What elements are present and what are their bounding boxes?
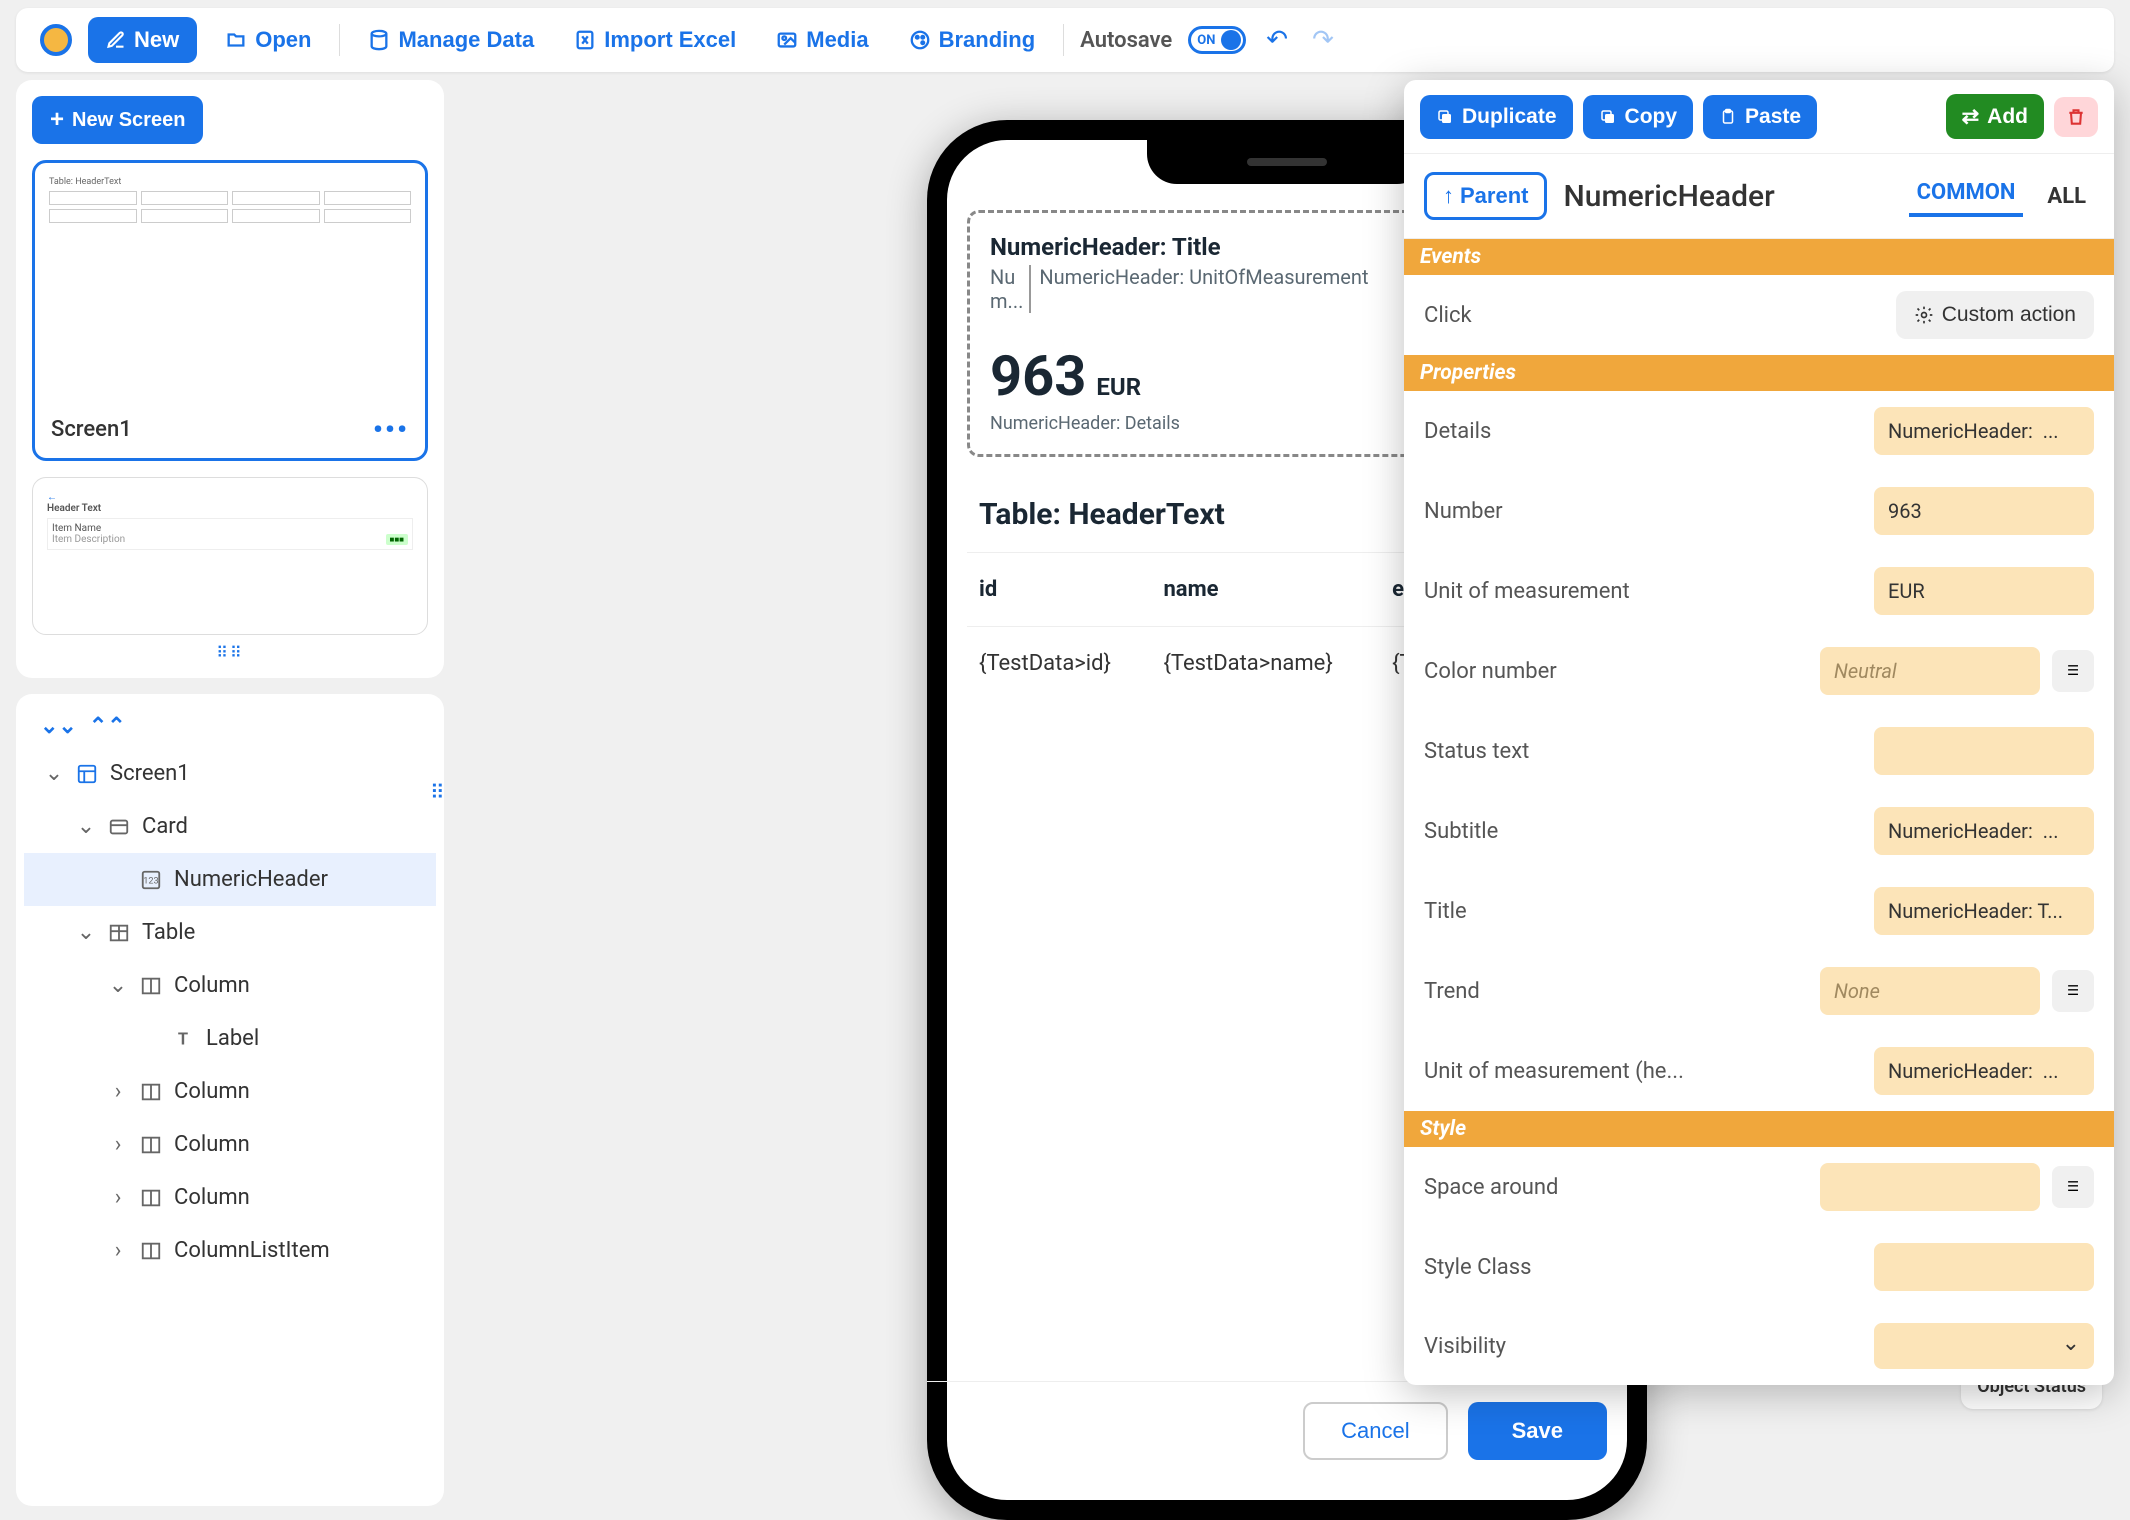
tree-item-column[interactable]: ›Column — [24, 1118, 436, 1171]
property-title: NumericHeader — [1563, 179, 1892, 214]
import-excel-button[interactable]: Import Excel — [562, 19, 748, 61]
top-toolbar: New Open Manage Data Import Excel Media … — [16, 8, 2114, 72]
numeric-header-number: 963 — [990, 343, 1086, 409]
svg-text:T: T — [178, 1030, 188, 1049]
resize-grip-icon[interactable]: ⠿⠿ — [32, 643, 428, 662]
screens-panel: + New Screen Table: HeaderText Screen1 •… — [16, 80, 444, 678]
tree-item-label[interactable]: TLabel — [24, 1012, 436, 1065]
drag-handle-icon[interactable]: ⠿ — [430, 780, 445, 804]
style-class-input[interactable] — [1874, 1243, 2094, 1291]
manage-data-button[interactable]: Manage Data — [356, 19, 546, 61]
parent-button[interactable]: ↑Parent — [1424, 172, 1547, 220]
redo-button[interactable]: ↷ — [1308, 21, 1338, 59]
toolbar-separator — [1063, 24, 1064, 56]
list-button-icon[interactable]: ☰ — [2052, 1166, 2094, 1208]
prop-label-click: Click — [1424, 303, 1884, 328]
numeric-header-subtitle-1: Nu m... — [990, 265, 1023, 313]
paste-button[interactable]: Paste — [1703, 95, 1817, 139]
cancel-button[interactable]: Cancel — [1303, 1402, 1447, 1460]
new-screen-button[interactable]: + New Screen — [32, 96, 203, 144]
space-around-input[interactable] — [1820, 1163, 2040, 1211]
tree-item-column[interactable]: ›Column — [24, 1171, 436, 1224]
numeric-header-subtitle-2: NumericHeader: UnitOfMeasurement — [1029, 265, 1368, 313]
autosave-toggle[interactable]: ON — [1188, 26, 1246, 54]
tree-item-column[interactable]: ⌄Column — [24, 959, 436, 1012]
section-properties: Properties — [1404, 355, 2114, 391]
number-input[interactable] — [1874, 487, 2094, 535]
open-button[interactable]: Open — [213, 19, 323, 61]
uom-header-input[interactable] — [1874, 1047, 2094, 1095]
toolbar-separator — [339, 24, 340, 56]
section-style: Style — [1404, 1111, 2114, 1147]
details-input[interactable] — [1874, 407, 2094, 455]
status-text-input[interactable] — [1874, 727, 2094, 775]
tree-item-columnlistitem[interactable]: ›ColumnListItem — [24, 1224, 436, 1277]
trend-input[interactable] — [1820, 967, 2040, 1015]
custom-action-button[interactable]: Custom action — [1896, 291, 2094, 339]
list-button-icon[interactable]: ☰ — [2052, 970, 2094, 1012]
branding-button[interactable]: Branding — [897, 19, 1048, 61]
new-button[interactable]: New — [88, 17, 197, 63]
tree-item-column[interactable]: ›Column — [24, 1065, 436, 1118]
media-button[interactable]: Media — [764, 19, 880, 61]
component-tree: ⌄⌄ ⌃⌃ ⌄Screen1⌄Card123NumericHeader⌄Tabl… — [16, 694, 444, 1506]
title-input[interactable] — [1874, 887, 2094, 935]
tab-all[interactable]: ALL — [2039, 180, 2094, 213]
column-header: id — [967, 553, 1151, 627]
column-header: name — [1151, 553, 1380, 627]
tree-item-card[interactable]: ⌄Card — [24, 800, 436, 853]
tree-item-table[interactable]: ⌄Table — [24, 906, 436, 959]
tree-item-screen1[interactable]: ⌄Screen1 — [24, 747, 436, 800]
tab-common[interactable]: COMMON — [1909, 176, 2024, 217]
delete-button[interactable] — [2054, 97, 2098, 137]
uom-input[interactable] — [1874, 567, 2094, 615]
numeric-header-unit: EUR — [1096, 373, 1141, 401]
undo-button[interactable]: ↶ — [1262, 21, 1292, 59]
copy-button[interactable]: Copy — [1583, 95, 1694, 139]
app-badge-icon — [40, 24, 72, 56]
duplicate-button[interactable]: Duplicate — [1420, 95, 1573, 139]
section-events: Events — [1404, 239, 2114, 275]
svg-text:123: 123 — [143, 876, 158, 886]
subtitle-input[interactable] — [1874, 807, 2094, 855]
visibility-select[interactable] — [1874, 1323, 2094, 1369]
color-number-input[interactable] — [1820, 647, 2040, 695]
expand-all-icon[interactable]: ⌃⌃ — [89, 714, 126, 739]
list-button-icon[interactable]: ☰ — [2052, 650, 2094, 692]
screen-thumbnail-selected[interactable]: Table: HeaderText Screen1 ••• — [32, 160, 428, 461]
screen-name: Screen1 — [51, 417, 132, 442]
screen-menu-icon[interactable]: ••• — [373, 413, 409, 446]
properties-panel: Duplicate Copy Paste ⇄Add ↑Parent Numeri… — [1404, 80, 2114, 1385]
add-button[interactable]: ⇄Add — [1946, 94, 2044, 139]
screen-thumbnail-2[interactable]: ← Header Text Item Name Item Description… — [32, 477, 428, 635]
collapse-all-icon[interactable]: ⌄⌄ — [40, 714, 77, 739]
save-button[interactable]: Save — [1468, 1402, 1607, 1460]
autosave-label: Autosave — [1080, 28, 1172, 53]
tree-item-numericheader[interactable]: 123NumericHeader — [24, 853, 436, 906]
